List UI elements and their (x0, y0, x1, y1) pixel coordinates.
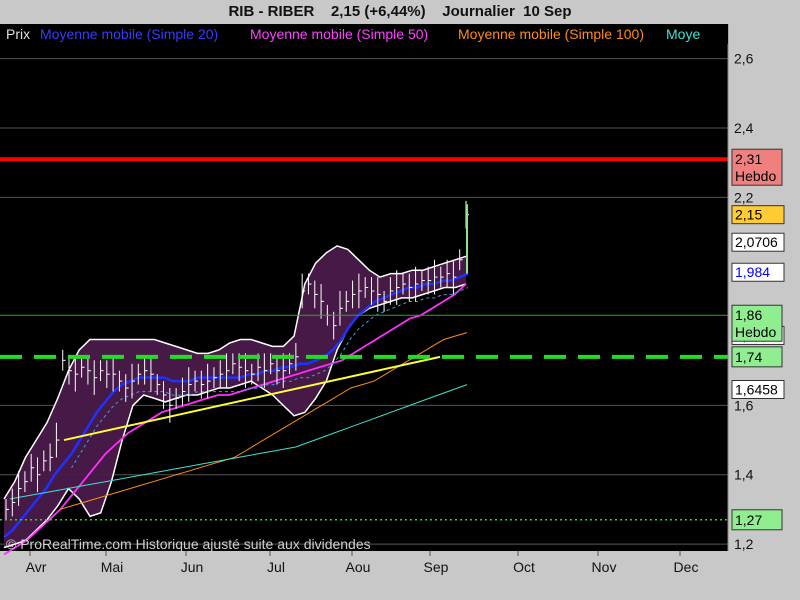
x-tick-label: Oct (513, 559, 535, 575)
value-label-text: 2,15 (735, 207, 762, 223)
x-tick-label: Dec (674, 559, 699, 575)
x-tick-label: Jun (181, 559, 204, 575)
y-tick-label: 1,4 (734, 467, 754, 483)
legend-entry: Moyenne mobile (Simple 20) (40, 26, 218, 42)
stock-chart: 1,2 1,4 1,6 2,2 2,4 2,6 Avr Mai Jun Jul Aou Sep Oct N… (0, 24, 785, 575)
watermark: © ProRealTime.com Historique ajusté suit… (6, 536, 371, 552)
level-label-text: 1,27 (735, 512, 762, 528)
x-tick-label: Mai (101, 559, 124, 575)
x-tick-label: Aou (346, 559, 371, 575)
level-sublabel-text: Hebdo (735, 324, 776, 340)
x-tick-label: Sep (424, 559, 449, 575)
legend: Prix Moyenne mobile (Simple 20) Moyenne mo… (0, 24, 728, 44)
x-tick-label: Jul (267, 559, 285, 575)
x-tick-label: Avr (26, 559, 47, 575)
value-label-text: 1,6458 (735, 382, 778, 398)
level-label-text: 1,86 (735, 307, 762, 323)
level-label-text: 2,31 (735, 151, 762, 167)
y-tick-label: 1,6 (734, 397, 754, 413)
x-tick-label: Nov (592, 559, 617, 575)
legend-entry: Moyenne mobile (Simple 50) (250, 26, 428, 42)
value-label-text: 1,984 (735, 264, 770, 280)
y-tick-label: 2,4 (734, 120, 754, 136)
y-tick-label: 2,2 (734, 189, 754, 205)
y-tick-label: 2,6 (734, 51, 754, 67)
y-tick-label: 1,2 (734, 536, 754, 552)
value-label-text: 2,0706 (735, 234, 778, 250)
legend-entry: Moye (666, 26, 700, 42)
legend-entry: Moyenne mobile (Simple 100) (458, 26, 644, 42)
legend-entry: Prix (6, 26, 30, 42)
level-sublabel-text: Hebdo (735, 168, 776, 184)
level-label-text: 1,74 (735, 349, 762, 365)
